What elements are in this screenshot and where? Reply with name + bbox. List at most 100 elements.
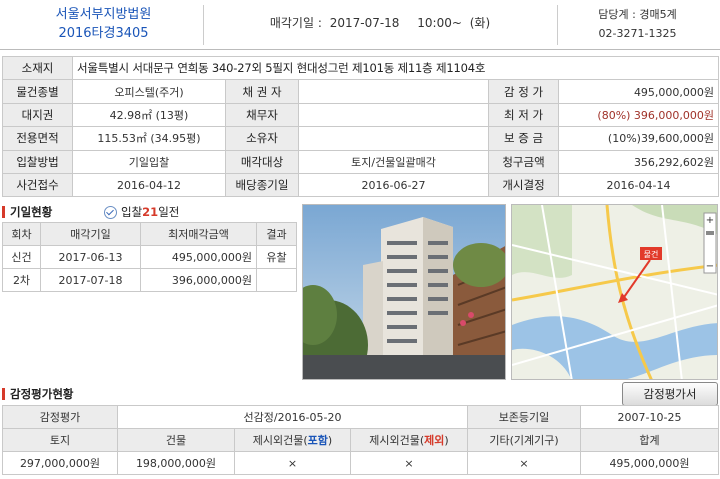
sale-date-label: 매각기일 : bbox=[269, 16, 322, 30]
debtor-value bbox=[298, 102, 489, 128]
result-cell bbox=[256, 268, 297, 292]
land-right-label: 대지권 bbox=[2, 102, 73, 128]
min-price-cell: 396,000,000원 bbox=[140, 268, 257, 292]
min-price-label: 최 저 가 bbox=[488, 102, 559, 128]
sale-target-value: 토지/건물일괄매각 bbox=[298, 149, 489, 174]
contact-dept: 담당계 : 경매5계 bbox=[598, 8, 677, 21]
deposit-value: (10%)39,600,000원 bbox=[557, 126, 720, 151]
sale-target-label: 매각대상 bbox=[225, 149, 299, 174]
table-row: 대지권 42.98㎡ (13평) 채무자 최 저 가 (80%) 396,000… bbox=[2, 102, 720, 128]
round-cell: 2차 bbox=[2, 268, 41, 292]
case-received-value: 2016-04-12 bbox=[72, 172, 226, 198]
property-info-table: 소재지 서울특별시 서대문구 연희동 340-27외 5필지 현대성그런 제10… bbox=[2, 55, 720, 198]
court-name: 서울서부지방법원 bbox=[55, 7, 152, 22]
map-image: 물건 + − bbox=[512, 205, 717, 379]
table-row: 297,000,000원 198,000,000원 × × × 495,000,… bbox=[2, 451, 719, 475]
sale-time: 10:00~ bbox=[417, 16, 462, 30]
appraisal-table: 감정평가 선감정/2016-05-20 보존등기일 2007-10-25 토지 … bbox=[2, 405, 719, 475]
table-row: 물건종별 오피스텔(주거) 채 권 자 감 정 가 495,000,000원 bbox=[2, 79, 720, 104]
sale-day: (화) bbox=[469, 16, 491, 30]
start-decision-value: 2016-04-14 bbox=[557, 172, 720, 198]
property-type-label: 물건종별 bbox=[2, 79, 73, 104]
case-number: 2016타경3405 bbox=[58, 26, 149, 41]
total-value: 495,000,000원 bbox=[580, 451, 719, 475]
case-received-label: 사건접수 bbox=[2, 172, 73, 198]
address-value: 서울특별시 서대문구 연희동 340-27외 5필지 현대성그런 제101동 제… bbox=[71, 55, 720, 81]
col-min-price: 최저매각금액 bbox=[140, 222, 257, 246]
table-row: 소재지 서울특별시 서대문구 연희동 340-27외 5필지 현대성그런 제10… bbox=[2, 55, 720, 81]
table-row: 사건접수 2016-04-12 배당종기일 2016-06-27 개시결정 20… bbox=[2, 172, 720, 198]
owner-label: 소유자 bbox=[225, 126, 299, 151]
dividend-deadline-label: 배당종기일 bbox=[225, 172, 299, 198]
claim-amount-label: 청구금액 bbox=[488, 149, 559, 174]
bid-countdown-badge: 입찰 21 일전 bbox=[104, 204, 179, 220]
extra-excluded-value: × bbox=[350, 451, 468, 475]
table-row: 전용면적 115.53㎡ (34.95평) 소유자 보 증 금 (10%)39,… bbox=[2, 126, 720, 151]
property-photo[interactable] bbox=[302, 204, 506, 380]
col-building: 건물 bbox=[117, 428, 235, 452]
sale-date-info: 매각기일 : 2017-07-18 10:00~ (화) bbox=[205, 0, 555, 50]
claim-amount-value: 356,292,602원 bbox=[557, 149, 720, 174]
svg-text:+: + bbox=[706, 215, 714, 226]
appraisal-report-button[interactable]: 감정평가서 bbox=[622, 382, 718, 406]
registration-date-label: 보존등기일 bbox=[467, 405, 581, 429]
history-section-title: 기일현황 bbox=[2, 204, 52, 220]
table-header-row: 토지 건물 제시외건물(포함) 제시외건물(제외) 기타(기계기구) 합계 bbox=[2, 428, 719, 452]
col-round: 회차 bbox=[2, 222, 41, 246]
building-value: 198,000,000원 bbox=[117, 451, 235, 475]
extra-included-value: × bbox=[234, 451, 351, 475]
building-photo-image bbox=[303, 205, 505, 379]
result-cell: 유찰 bbox=[256, 245, 297, 269]
appraisal-type-value: 선감정/2016-05-20 bbox=[117, 405, 468, 429]
deposit-label: 보 증 금 bbox=[488, 126, 559, 151]
area-label: 전용면적 bbox=[2, 126, 73, 151]
table-row: 신건 2017-06-13 495,000,000원 유찰 bbox=[2, 245, 297, 269]
land-right-value: 42.98㎡ (13평) bbox=[72, 102, 226, 128]
section-marker bbox=[2, 388, 5, 400]
col-extra-excluded: 제시외건물(제외) bbox=[350, 428, 468, 452]
appraisal-price-value: 495,000,000원 bbox=[557, 79, 720, 104]
land-value: 297,000,000원 bbox=[2, 451, 118, 475]
section-marker bbox=[2, 206, 5, 218]
address-label: 소재지 bbox=[2, 55, 73, 81]
registration-date-value: 2007-10-25 bbox=[580, 405, 719, 429]
check-circle-icon bbox=[104, 205, 117, 219]
court-info: 서울서부지방법원 2016타경3405 bbox=[4, 5, 204, 45]
table-row: 감정평가 선감정/2016-05-20 보존등기일 2007-10-25 bbox=[2, 405, 719, 429]
table-row: 입찰방법 기일입찰 매각대상 토지/건물일괄매각 청구금액 356,292,60… bbox=[2, 149, 720, 174]
owner-value bbox=[298, 126, 489, 151]
appraisal-price-label: 감 정 가 bbox=[488, 79, 559, 104]
table-header-row: 회차 매각기일 최저매각금액 결과 bbox=[2, 222, 297, 246]
other-value: × bbox=[467, 451, 581, 475]
col-land: 토지 bbox=[2, 428, 118, 452]
contact-info: 담당계 : 경매5계 02-3271-1325 bbox=[557, 5, 717, 45]
area-value: 115.53㎡ (34.95평) bbox=[72, 126, 226, 151]
round-cell: 신건 bbox=[2, 245, 41, 269]
bid-method-label: 입찰방법 bbox=[2, 149, 73, 174]
appraisal-type-label: 감정평가 bbox=[2, 405, 118, 429]
min-price-value: (80%) 396,000,000원 bbox=[557, 102, 720, 128]
col-total: 합계 bbox=[580, 428, 719, 452]
dividend-deadline-value: 2016-06-27 bbox=[298, 172, 489, 198]
min-price-cell: 495,000,000원 bbox=[140, 245, 257, 269]
debtor-label: 채무자 bbox=[225, 102, 299, 128]
creditor-label: 채 권 자 bbox=[225, 79, 299, 104]
sale-date-cell: 2017-07-18 bbox=[40, 268, 141, 292]
sale-date: 2017-07-18 bbox=[329, 16, 400, 30]
col-extra-included: 제시외건물(포함) bbox=[234, 428, 351, 452]
sale-date-cell: 2017-06-13 bbox=[40, 245, 141, 269]
location-map[interactable]: 물건 + − bbox=[511, 204, 718, 380]
start-decision-label: 개시결정 bbox=[488, 172, 559, 198]
map-marker-label: 물건 bbox=[644, 249, 659, 259]
bid-method-value: 기일입찰 bbox=[72, 149, 226, 174]
col-other: 기타(기계기구) bbox=[467, 428, 581, 452]
col-sale-date: 매각기일 bbox=[40, 222, 141, 246]
contact-phone: 02-3271-1325 bbox=[598, 27, 677, 40]
property-type-value: 오피스텔(주거) bbox=[72, 79, 226, 104]
bid-history-table: 회차 매각기일 최저매각금액 결과 신건 2017-06-13 495,000,… bbox=[2, 222, 297, 292]
creditor-value bbox=[298, 79, 489, 104]
table-row: 2차 2017-07-18 396,000,000원 bbox=[2, 268, 297, 292]
svg-text:−: − bbox=[706, 261, 714, 272]
appraisal-section-title: 감정평가현황 bbox=[2, 386, 73, 402]
case-header: 서울서부지방법원 2016타경3405 매각기일 : 2017-07-18 10… bbox=[0, 0, 720, 50]
